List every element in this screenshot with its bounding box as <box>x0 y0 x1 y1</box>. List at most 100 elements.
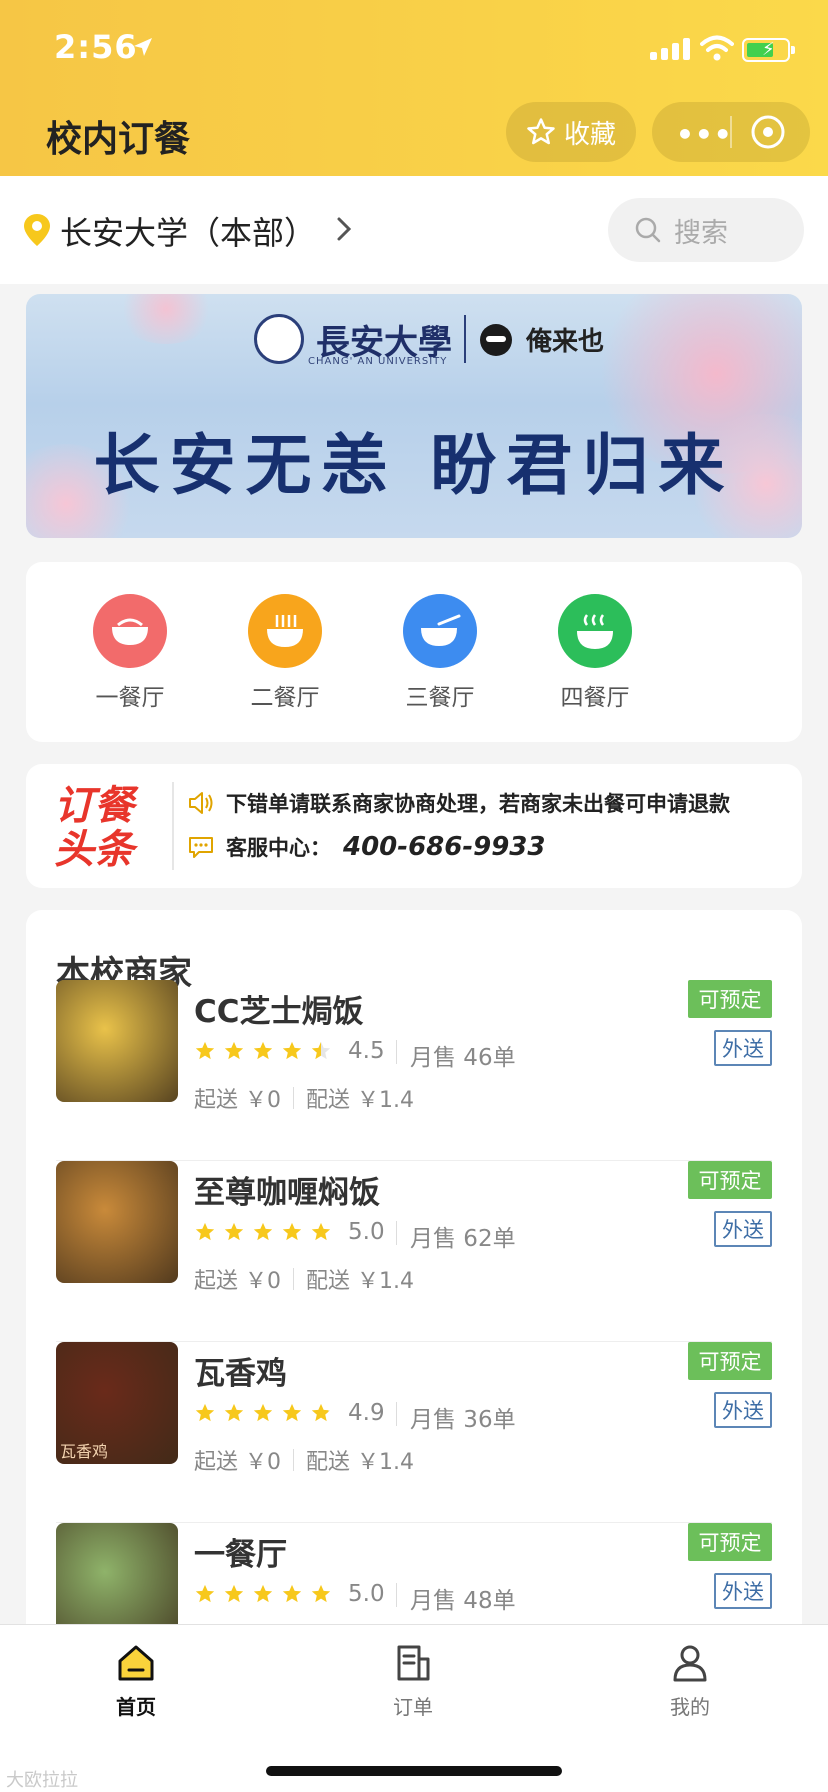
canteen-grid: 一餐厅 二餐厅 三餐厅 四餐厅 <box>26 562 802 742</box>
star-icon <box>282 1041 302 1060</box>
home-indicator[interactable] <box>266 1766 562 1776</box>
canteen-label: 四餐厅 <box>560 685 630 711</box>
merchant-row[interactable]: 瓦香鸡 瓦香鸡 4.9 月售 36单 起送 ￥0 配送 ￥1.4 可预定 外送 <box>56 1342 772 1523</box>
close-miniapp-icon[interactable] <box>748 112 788 152</box>
chevron-right-icon[interactable] <box>336 216 352 242</box>
delivery-tag: 外送 <box>714 1211 772 1247</box>
rating-stars <box>194 1583 332 1605</box>
status-bar: 2:56 ⚡ <box>0 0 828 100</box>
star-icon <box>224 1041 244 1060</box>
rating-value: 4.5 <box>348 1038 385 1064</box>
canteen-item-3[interactable]: 三餐厅 <box>380 594 500 712</box>
tab-home[interactable]: 首页 <box>86 1643 186 1720</box>
rating-stars <box>194 1221 332 1243</box>
merchant-row[interactable]: 一餐厅 5.0 月售 48单 可预定 外送 <box>56 1523 772 1630</box>
star-icon <box>253 1584 273 1603</box>
wifi-icon <box>700 35 734 61</box>
rating-value: 5.0 <box>348 1581 385 1607</box>
star-icon <box>253 1403 273 1422</box>
delivery-fee: 配送 ￥1.4 <box>306 1088 414 1113</box>
banner-brand: 俺来也 <box>526 326 605 357</box>
notice-message: 下错单请联系商家协商处理，若商家未出餐可申请退款 <box>188 788 730 818</box>
promo-banner[interactable]: 長安大學 俺来也 CHANG' AN UNIVERSITY 长安无恙 盼君归来 <box>26 294 802 538</box>
tab-label: 首页 <box>116 1695 156 1719</box>
merchant-thumbnail <box>56 980 178 1102</box>
rating-value: 4.9 <box>348 1400 385 1426</box>
customer-service[interactable]: 客服中心： 400-686-9933 <box>188 832 546 862</box>
favorite-label: 收藏 <box>563 119 616 150</box>
search-input[interactable]: 搜索 <box>608 198 804 262</box>
merchant-name: 一餐厅 <box>194 1537 287 1573</box>
min-order: 起送 ￥0 <box>194 1450 281 1475</box>
rating-value: 5.0 <box>348 1219 385 1245</box>
canteen-item-1[interactable]: 一餐厅 <box>70 594 190 712</box>
star-icon <box>195 1041 215 1060</box>
location-pin-icon <box>24 214 50 246</box>
delivery-fee: 配送 ￥1.4 <box>306 1450 414 1475</box>
star-icon <box>282 1222 302 1241</box>
more-button[interactable]: ••• <box>676 118 733 151</box>
rating-stars <box>194 1040 332 1062</box>
delivery-tag: 外送 <box>714 1392 772 1428</box>
merchant-list: 本校商家 CC芝士焗饭 4.5 月售 46单 起送 ￥0 配送 ￥1.4 可预定 外送 至尊咖… <box>26 910 802 1630</box>
star-icon <box>253 1041 273 1060</box>
canteen-item-2[interactable]: 二餐厅 <box>225 594 345 712</box>
canteen-label: 一餐厅 <box>95 685 165 711</box>
canteen-label: 三餐厅 <box>405 685 475 711</box>
merchant-name: 至尊咖喱焖饭 <box>194 1175 380 1211</box>
merchant-thumbnail: 瓦香鸡 <box>56 1342 178 1464</box>
university-seal-icon <box>254 314 304 364</box>
fee-info: 起送 ￥0 配送 ￥1.4 <box>194 1082 414 1114</box>
merchant-thumbnail <box>56 1523 178 1630</box>
monthly-sales: 月售 36单 <box>410 1407 516 1433</box>
rice-bowl-icon <box>93 594 167 668</box>
orders-icon <box>397 1645 430 1681</box>
user-icon <box>673 1645 707 1682</box>
canteen-item-4[interactable]: 四餐厅 <box>535 594 655 712</box>
soup-bowl-icon <box>403 594 477 668</box>
tab-label: 订单 <box>393 1695 433 1719</box>
star-icon <box>282 1403 302 1422</box>
banner-university-en: CHANG' AN UNIVERSITY <box>308 356 448 367</box>
order-news-badge: 订餐 头条 <box>54 783 134 873</box>
merchant-name: 瓦香鸡 <box>194 1356 287 1392</box>
rating-stars <box>194 1402 332 1424</box>
reservable-tag: 可预定 <box>688 1161 772 1199</box>
delivery-fee: 配送 ￥1.4 <box>306 1269 414 1294</box>
tab-orders[interactable]: 订单 <box>363 1643 463 1720</box>
chat-bubble-icon <box>189 837 213 858</box>
star-icon <box>311 1222 331 1241</box>
speaker-icon <box>189 792 213 814</box>
star-icon <box>311 1041 331 1060</box>
star-icon <box>253 1222 273 1241</box>
merchant-row[interactable]: CC芝士焗饭 4.5 月售 46单 起送 ￥0 配送 ￥1.4 可预定 外送 <box>56 980 772 1161</box>
brand-mascot-icon <box>480 324 512 356</box>
campus-selector[interactable]: 长安大学（本部） <box>60 208 316 254</box>
location-arrow-icon <box>134 38 152 56</box>
reservable-tag: 可预定 <box>688 1523 772 1561</box>
service-phone[interactable]: 400-686-9933 <box>343 832 546 862</box>
battery-icon: ⚡ <box>742 38 795 62</box>
star-icon <box>195 1403 215 1422</box>
merchant-thumbnail <box>56 1161 178 1283</box>
tab-label: 我的 <box>670 1695 710 1719</box>
noodle-bowl-icon <box>248 594 322 668</box>
miniapp-capsule: ••• <box>652 102 810 162</box>
merchant-row[interactable]: 至尊咖喱焖饭 5.0 月售 62单 起送 ￥0 配送 ￥1.4 可预定 外送 <box>56 1161 772 1342</box>
star-icon <box>311 1403 331 1422</box>
watermark: 大欧拉拉 <box>6 1770 78 1791</box>
monthly-sales: 月售 48单 <box>410 1588 516 1614</box>
star-icon <box>224 1584 244 1603</box>
order-news-panel: 订餐 头条 下错单请联系商家协商处理，若商家未出餐可申请退款 客服中心： 400… <box>26 764 802 888</box>
min-order: 起送 ￥0 <box>194 1088 281 1113</box>
banner-headline: 长安无恙 盼君归来 <box>93 426 735 504</box>
star-outline-icon <box>527 118 555 145</box>
star-icon <box>311 1584 331 1603</box>
cellular-signal-icon <box>650 38 690 60</box>
favorite-button[interactable]: 收藏 <box>506 102 636 162</box>
fee-info: 起送 ￥0 配送 ￥1.4 <box>194 1263 414 1295</box>
home-icon <box>118 1645 154 1681</box>
star-icon <box>224 1403 244 1422</box>
tab-profile[interactable]: 我的 <box>640 1643 740 1720</box>
status-time: 2:56 <box>54 28 138 66</box>
